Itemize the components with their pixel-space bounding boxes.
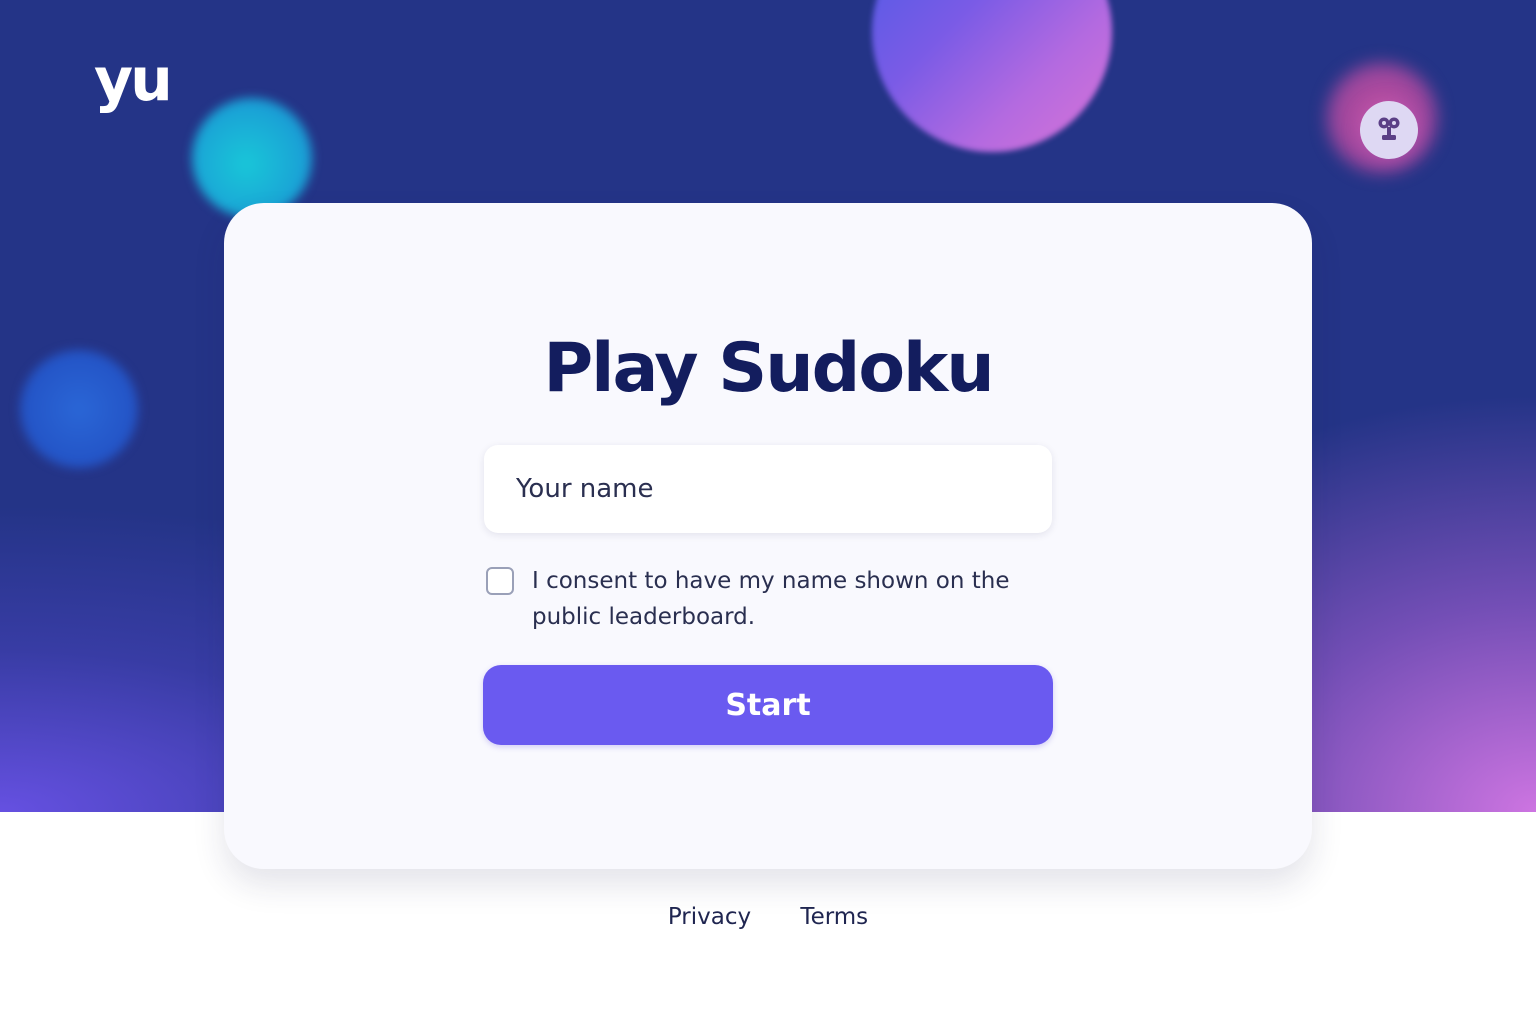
consent-label: I consent to have my name shown on the p…	[532, 568, 1010, 630]
footer-links: Privacy Terms	[0, 904, 1536, 930]
robot-icon	[1378, 117, 1400, 140]
decorative-orb-teal	[192, 98, 312, 218]
name-input[interactable]	[484, 445, 1052, 533]
start-button[interactable]: Start	[483, 665, 1053, 745]
robot-button[interactable]	[1360, 101, 1418, 159]
decorative-orb-gradient	[872, 0, 1112, 152]
consent-checkbox[interactable]	[486, 567, 514, 595]
play-card: Play Sudoku I consent to have my name sh…	[224, 203, 1312, 869]
page-title: Play Sudoku	[543, 329, 994, 408]
privacy-link[interactable]: Privacy	[668, 904, 751, 930]
decorative-orb-blue	[20, 350, 138, 468]
terms-link[interactable]: Terms	[800, 904, 868, 930]
app-logo[interactable]: yu	[94, 50, 173, 110]
